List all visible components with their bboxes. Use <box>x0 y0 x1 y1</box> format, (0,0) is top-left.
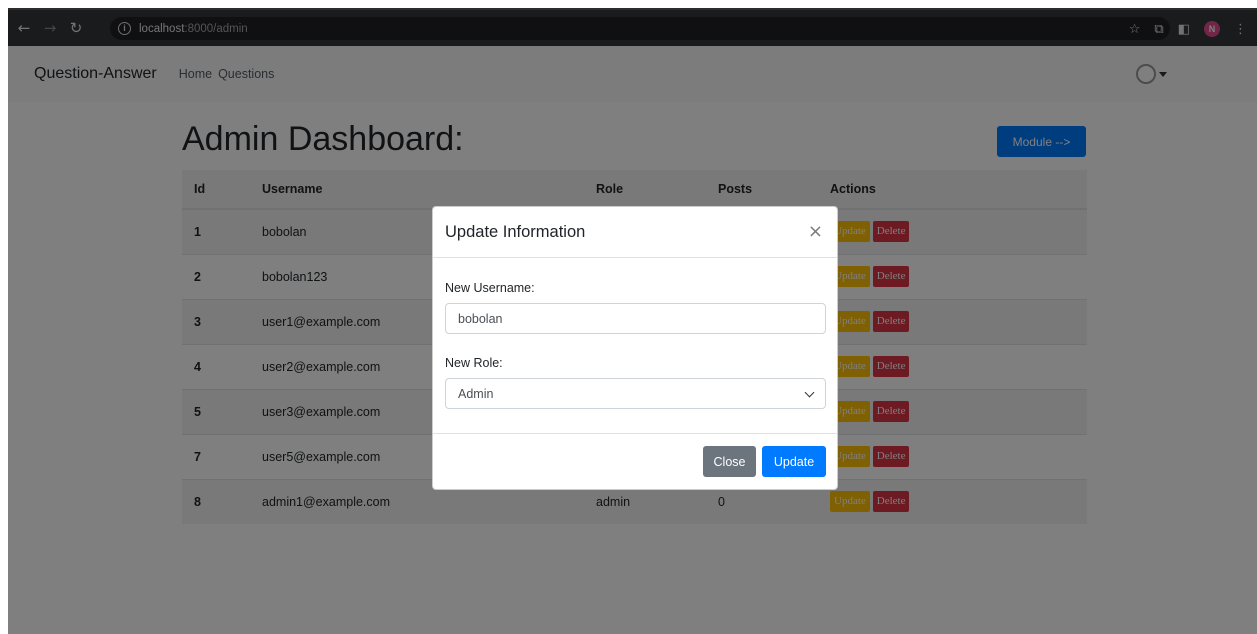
screen: ← → ↻ i localhost:8000/admin ☆ ⧉ ◧ N ⋮ Q… <box>0 0 1257 634</box>
update-modal: Update Information × New Username: bobol… <box>432 206 838 490</box>
chevron-down-icon <box>804 387 815 398</box>
username-label: New Username: <box>445 281 535 295</box>
role-select[interactable]: Admin <box>445 378 826 409</box>
username-value: bobolan <box>458 311 503 326</box>
username-input[interactable]: bobolan <box>445 303 826 334</box>
close-icon[interactable]: × <box>808 221 823 242</box>
modal-title: Update Information <box>445 222 586 241</box>
modal-footer: Close Update <box>433 433 837 489</box>
modal-header: Update Information × <box>433 207 837 258</box>
role-value: Admin <box>458 386 494 401</box>
role-label: New Role: <box>445 356 503 370</box>
close-button[interactable]: Close <box>703 446 756 477</box>
update-button[interactable]: Update <box>762 446 826 477</box>
modal-body: New Username: bobolan New Role: Admin <box>433 258 837 434</box>
